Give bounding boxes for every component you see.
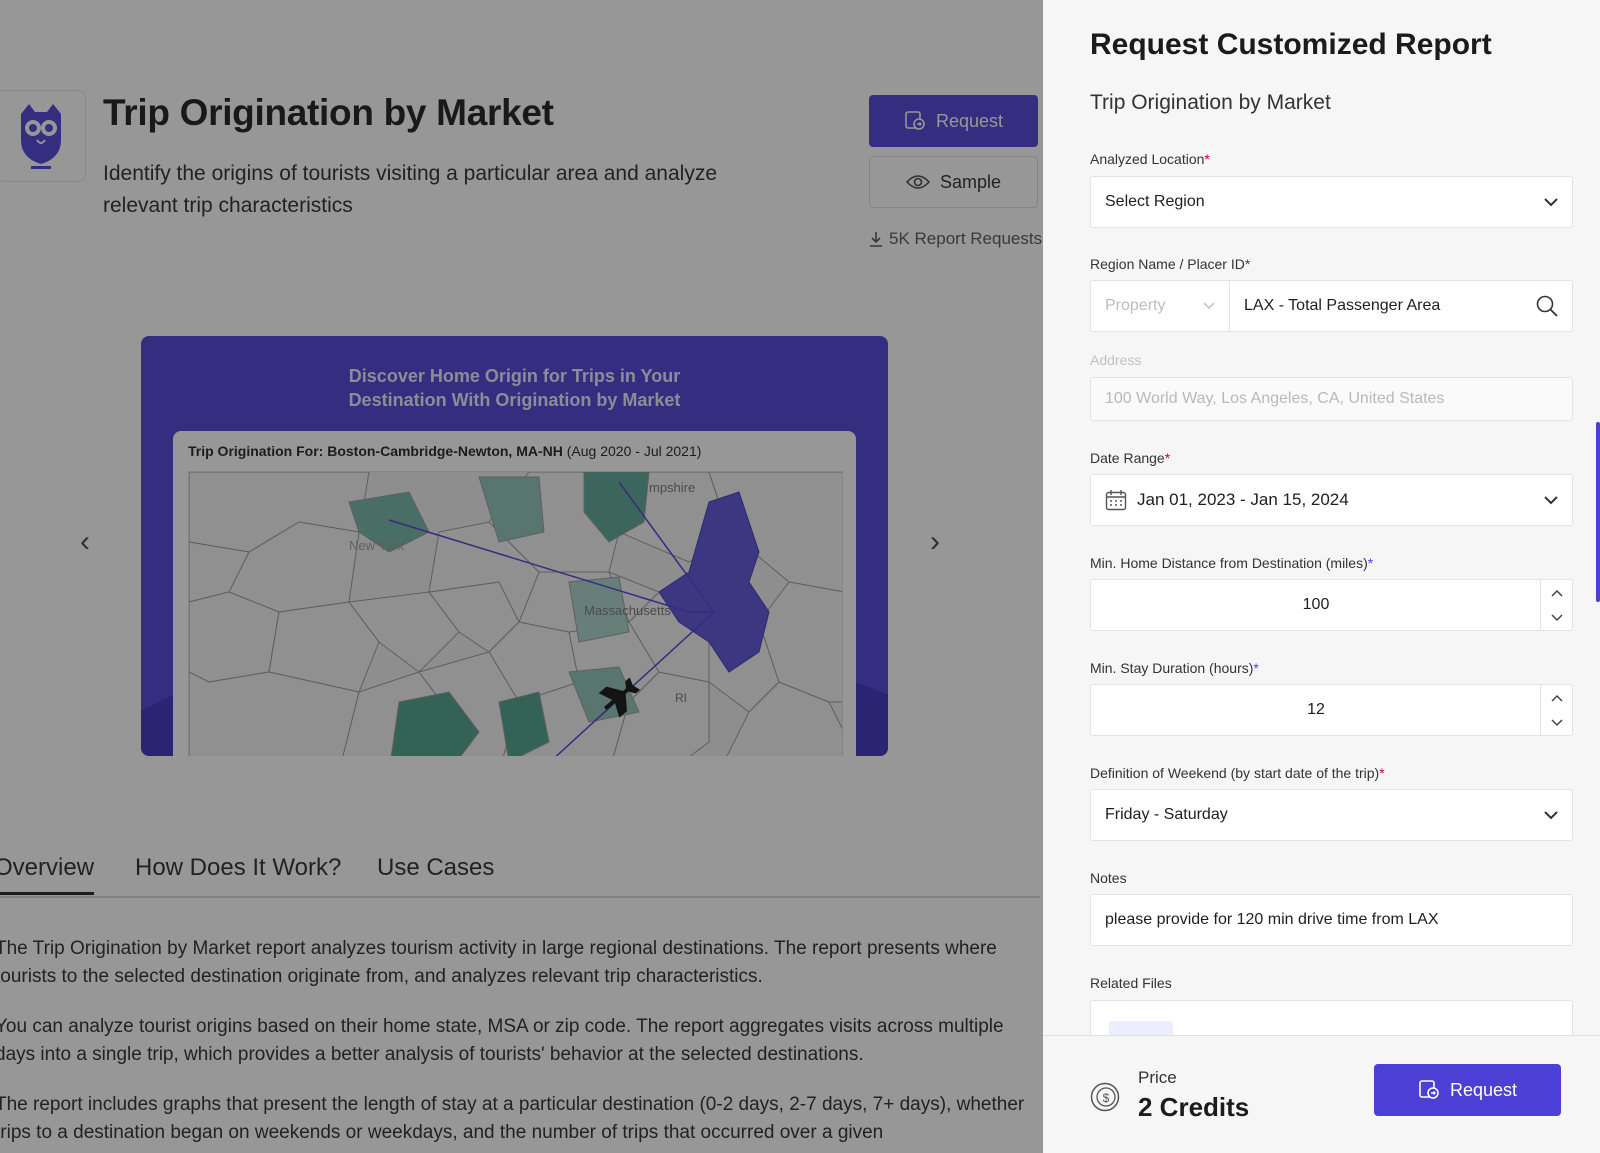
- request-report-panel: Request Customized Report Trip Originati…: [1043, 0, 1600, 1153]
- weekend-definition-value: Friday - Saturday: [1105, 806, 1228, 823]
- min-distance-label-text: Min. Home Distance from Destination (mil…: [1090, 555, 1368, 571]
- weekend-definition-select[interactable]: Friday - Saturday: [1090, 789, 1573, 841]
- required-mark: *: [1367, 555, 1374, 571]
- chevron-down-icon: [1203, 302, 1215, 310]
- weekend-definition-label-text: Definition of Weekend (by start date of …: [1090, 765, 1380, 781]
- stepper-controls: [1540, 685, 1572, 735]
- price-value: 2 Credits: [1138, 1092, 1250, 1122]
- analyzed-location-label-text: Analyzed Location: [1090, 151, 1205, 167]
- min-distance-label: Min. Home Distance from Destination (mil…: [1090, 555, 1373, 571]
- notes-label: Notes: [1090, 870, 1127, 886]
- chevron-up-icon[interactable]: [1550, 589, 1563, 597]
- min-stay-label: Min. Stay Duration (hours)*: [1090, 660, 1259, 676]
- region-type-select[interactable]: Property: [1090, 280, 1230, 332]
- chevron-down-icon: [1544, 495, 1558, 504]
- required-mark: *: [1164, 450, 1171, 466]
- chevron-up-icon[interactable]: [1550, 694, 1563, 702]
- coin-icon: $: [1090, 1082, 1120, 1112]
- chevron-down-icon: [1544, 197, 1558, 206]
- required-mark: *: [1204, 151, 1210, 167]
- panel-scrollbar[interactable]: [1596, 422, 1600, 602]
- weekend-definition-label: Definition of Weekend (by start date of …: [1090, 765, 1385, 781]
- search-icon[interactable]: [1536, 295, 1558, 317]
- date-range-label: Date Range*: [1090, 450, 1170, 466]
- address-field: 100 World Way, Los Angeles, CA, United S…: [1090, 377, 1573, 421]
- panel-subtitle: Trip Origination by Market: [1090, 91, 1331, 114]
- submit-request-label: Request: [1449, 1079, 1518, 1100]
- submit-request-button[interactable]: Request: [1374, 1064, 1561, 1116]
- address-value: 100 World Way, Los Angeles, CA, United S…: [1105, 390, 1445, 407]
- date-range-picker[interactable]: Jan 01, 2023 - Jan 15, 2024: [1090, 474, 1573, 526]
- panel-footer: $ Price 2 Credits Request: [1043, 1035, 1600, 1153]
- panel-title: Request Customized Report: [1090, 28, 1492, 61]
- chevron-down-icon[interactable]: [1550, 718, 1563, 727]
- chevron-down-icon[interactable]: [1550, 613, 1563, 622]
- date-range-label-text: Date Range: [1090, 450, 1165, 466]
- request-icon: [1419, 1080, 1439, 1099]
- region-name-label: Region Name / Placer ID*: [1090, 256, 1250, 272]
- region-search-input[interactable]: LAX - Total Passenger Area: [1230, 280, 1573, 332]
- related-files-label: Related Files: [1090, 975, 1172, 991]
- analyzed-location-label: Analyzed Location*: [1090, 151, 1210, 167]
- required-mark: *: [1379, 765, 1385, 781]
- min-stay-value[interactable]: 12: [1091, 685, 1541, 735]
- min-distance-value[interactable]: 100: [1091, 580, 1541, 630]
- calendar-icon: [1105, 490, 1127, 511]
- required-mark: *: [1253, 660, 1259, 676]
- price-label: Price: [1138, 1068, 1177, 1087]
- min-stay-stepper[interactable]: 12: [1090, 684, 1573, 736]
- svg-text:$: $: [1103, 1091, 1110, 1105]
- analyzed-location-select[interactable]: Select Region: [1090, 176, 1573, 228]
- region-type-placeholder: Property: [1105, 297, 1166, 314]
- stepper-controls: [1540, 580, 1572, 630]
- chevron-down-icon: [1544, 810, 1558, 819]
- min-distance-stepper[interactable]: 100: [1090, 579, 1573, 631]
- required-mark: *: [1244, 256, 1251, 272]
- region-name-label-text: Region Name / Placer ID: [1090, 256, 1245, 272]
- analyzed-location-value: Select Region: [1105, 193, 1205, 210]
- notes-value: please provide for 120 min drive time fr…: [1105, 911, 1439, 928]
- region-search-value: LAX - Total Passenger Area: [1244, 297, 1441, 314]
- notes-input[interactable]: please provide for 120 min drive time fr…: [1090, 894, 1573, 946]
- min-stay-label-text: Min. Stay Duration (hours): [1090, 660, 1254, 676]
- date-range-value: Jan 01, 2023 - Jan 15, 2024: [1137, 490, 1349, 509]
- modal-overlay[interactable]: [0, 0, 1043, 1153]
- address-label: Address: [1090, 352, 1142, 368]
